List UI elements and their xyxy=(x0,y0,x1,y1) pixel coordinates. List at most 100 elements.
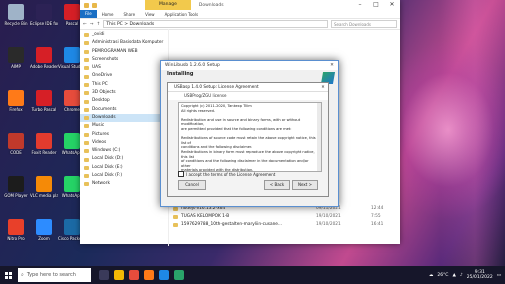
tab-share[interactable]: Share xyxy=(119,12,141,17)
file-explorer-icon[interactable] xyxy=(114,270,124,280)
tab-file[interactable]: File xyxy=(80,10,97,18)
weather-icon[interactable]: ☁ xyxy=(429,273,434,278)
desktop-icon[interactable]: Recycle Bin xyxy=(2,4,30,26)
network-icon[interactable]: ▲ xyxy=(452,273,455,278)
nav-item-label: OneDrive xyxy=(92,73,113,79)
nav-item[interactable]: Documents xyxy=(80,106,168,114)
dialog-close-button[interactable]: ✕ xyxy=(326,61,338,70)
desktop-icon-label: Eclipse IDE for Java xyxy=(30,21,58,26)
nav-item[interactable]: This PC xyxy=(80,81,168,89)
desktop-icon-label: Adobe Reader xyxy=(30,64,58,69)
dialog-titlebar: WinLibusb 1.2.6.0 Setup ✕ xyxy=(161,61,338,70)
nav-item-label: Videos xyxy=(92,139,107,145)
manage-tab[interactable]: Manage xyxy=(145,0,191,10)
installer-icon[interactable] xyxy=(174,270,184,280)
minimize-button[interactable]: – xyxy=(352,0,368,10)
desktop-icon[interactable]: Foxit Reader xyxy=(30,133,58,155)
taskbar-search[interactable]: ⌕ Type here to search xyxy=(18,268,91,282)
system-tray: ☁ 26°C ▲ ♪ 9:31 25/01/2022 ▭ xyxy=(429,270,505,280)
firefox-icon[interactable] xyxy=(144,270,154,280)
folder-icon xyxy=(84,157,89,162)
quick-access-toolbar[interactable] xyxy=(84,2,97,8)
back-arrow-icon[interactable]: ← xyxy=(83,22,87,27)
taskbar-search-placeholder: Type here to search xyxy=(26,272,76,278)
desktop-icon[interactable]: GOM Player xyxy=(2,176,30,198)
windows-logo-icon xyxy=(4,271,12,279)
license-close-button[interactable]: ✕ xyxy=(318,83,328,91)
nav-item[interactable]: UAS xyxy=(80,64,168,72)
search-input[interactable]: Search Downloads xyxy=(331,20,397,28)
nav-item[interactable]: Local Disk (D:) xyxy=(80,155,168,163)
nav-item[interactable]: Downloads xyxy=(80,113,168,123)
nav-item-label: Desktop xyxy=(92,98,110,104)
license-dialog-titlebar: USBasp 1.4.0 Setup: License Agreement ✕ xyxy=(168,83,328,92)
ribbon-tabs: File Home Share View Application Tools xyxy=(80,10,400,19)
nav-item[interactable]: Network xyxy=(80,180,168,188)
close-button[interactable]: ✕ xyxy=(384,0,400,10)
desktop-icon[interactable]: Turbo Pascal xyxy=(30,90,58,112)
desktop-icon[interactable]: Zoom xyxy=(30,219,58,241)
tab-view[interactable]: View xyxy=(140,12,160,17)
maximize-button[interactable]: □ xyxy=(368,0,384,10)
address-bar[interactable]: This PC > Downloads xyxy=(103,20,328,28)
file-icon xyxy=(173,215,178,219)
desktop-icon[interactable]: VLC media player xyxy=(30,176,58,198)
accept-checkbox[interactable] xyxy=(178,171,184,177)
nav-item[interactable]: Local Disk (F:) xyxy=(80,172,168,180)
nav-item[interactable]: Administrasi Basisdata Komputer xyxy=(80,39,168,47)
tab-application-tools[interactable]: Application Tools xyxy=(160,12,203,17)
license-text-box[interactable]: Copyright (c) 2011-2020, Tankexp Tilim Al… xyxy=(178,102,322,172)
file-date: 19/10/2021 xyxy=(316,222,341,227)
app-icon xyxy=(8,176,24,192)
forward-arrow-icon[interactable]: → xyxy=(90,22,94,27)
nav-item[interactable]: _ovidi xyxy=(80,31,168,39)
nav-item-label: Local Disk (D:) xyxy=(92,156,124,162)
nav-item[interactable]: 3D Objects xyxy=(80,89,168,97)
desktop-icon[interactable]: Eclipse IDE for Java xyxy=(30,4,58,26)
nav-item[interactable]: Videos xyxy=(80,139,168,147)
folder-icon xyxy=(84,2,89,8)
folder-icon xyxy=(84,58,89,63)
clock[interactable]: 9:31 25/01/2022 xyxy=(467,270,493,280)
accept-row[interactable]: I accept the terms of the License Agreem… xyxy=(178,171,275,177)
file-name: TUGAS KELOMPOK 1-B xyxy=(181,214,230,219)
tab-home[interactable]: Home xyxy=(97,12,119,17)
nav-item-label: Local Disk (F:) xyxy=(92,173,123,179)
folder-icon xyxy=(84,116,89,121)
file-row[interactable]: TUGAS KELOMPOK 1-B 19/10/2021 7:55 xyxy=(169,213,401,221)
license-line: Redistributions of source code must reta… xyxy=(181,136,316,145)
folder-icon xyxy=(84,99,89,104)
desktop-icon[interactable]: CODE xyxy=(2,133,30,155)
cancel-button[interactable]: Cancel xyxy=(178,180,206,190)
next-button[interactable]: Next > xyxy=(292,180,318,190)
license-dialog: USBasp 1.4.0 Setup: License Agreement ✕ … xyxy=(167,82,329,197)
vscode-icon[interactable] xyxy=(159,270,169,280)
nav-item[interactable]: Local Disk (E:) xyxy=(80,164,168,172)
volume-icon[interactable]: ♪ xyxy=(460,273,463,278)
file-row[interactable]: 1597629788_10th-gestalten-maryliin-cusan… xyxy=(169,221,401,229)
nav-item[interactable]: OneDrive xyxy=(80,72,168,80)
task-view-icon[interactable] xyxy=(99,270,109,280)
desktop-icon-label: Foxit Reader xyxy=(31,150,57,155)
nav-item[interactable]: Pictures xyxy=(80,131,168,139)
window-title: Downloads xyxy=(198,2,224,8)
nav-item[interactable]: PEMROGRAMAN WEB xyxy=(80,48,168,56)
desktop-icon[interactable]: AIMP xyxy=(2,47,30,69)
folder-icon xyxy=(84,49,89,54)
desktop-icon[interactable]: Firefox xyxy=(2,90,30,112)
desktop-icon-label: Turbo Pascal xyxy=(31,107,57,112)
license-line: of conditions and the following disclaim… xyxy=(181,159,309,168)
back-button[interactable]: < Back xyxy=(264,180,290,190)
nav-item[interactable]: Windows (C:) xyxy=(80,147,168,155)
up-arrow-icon[interactable]: ↑ xyxy=(97,22,101,27)
nav-item[interactable]: Music xyxy=(80,122,168,130)
license-scrollbar[interactable] xyxy=(317,103,321,171)
nav-item[interactable]: Desktop xyxy=(80,97,168,105)
start-button[interactable] xyxy=(0,266,16,284)
nav-item[interactable]: Screenshots xyxy=(80,56,168,64)
notifications-icon[interactable]: ▭ xyxy=(497,273,501,278)
desktop-icon[interactable]: Nitro Pro xyxy=(2,219,30,241)
file-icon xyxy=(173,223,178,227)
chrome-icon[interactable] xyxy=(129,270,139,280)
desktop-icon[interactable]: Adobe Reader xyxy=(30,47,58,69)
